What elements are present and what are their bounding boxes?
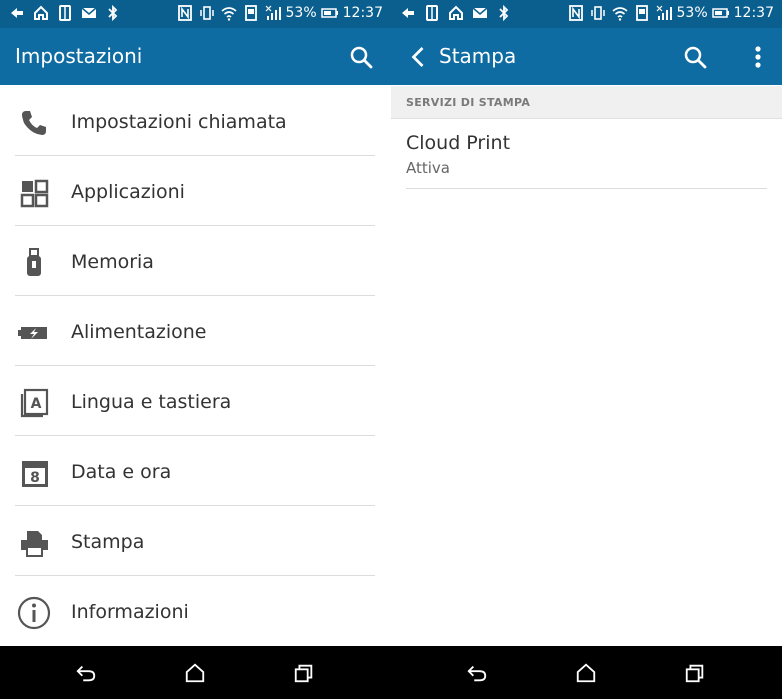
- phone-device-icon: [423, 4, 441, 22]
- status-bar: 53% 12:37: [391, 0, 782, 28]
- back-nav-icon: [467, 665, 487, 682]
- settings-item-label: Memoria: [71, 251, 154, 273]
- signal-icon: [264, 4, 282, 22]
- overflow-menu-button[interactable]: [748, 42, 768, 72]
- mail-icon: [80, 4, 98, 22]
- settings-item-label: Lingua e tastiera: [71, 391, 232, 413]
- apps-grid-icon: [17, 176, 51, 210]
- settings-item-memory[interactable]: Memoria: [0, 226, 391, 296]
- phone-device-icon: [56, 4, 74, 22]
- battery-icon: [711, 4, 730, 22]
- nav-home-button[interactable]: [182, 660, 208, 686]
- signal-icon: [655, 4, 673, 22]
- bluetooth-icon: [104, 4, 122, 22]
- vibrate-icon: [198, 4, 216, 22]
- search-icon: [350, 46, 373, 69]
- battery-percent: 53%: [676, 5, 708, 21]
- home-nav-icon: [185, 663, 205, 683]
- calendar-icon: 8: [17, 456, 51, 490]
- search-button[interactable]: [680, 42, 710, 72]
- nfc-icon: [567, 4, 585, 22]
- back-arrow-icon: [399, 4, 417, 22]
- settings-item-label: Stampa: [71, 531, 145, 553]
- settings-item-language[interactable]: A Lingua e tastiera: [0, 366, 391, 436]
- settings-item-date-time[interactable]: 8 Data e ora: [0, 436, 391, 506]
- settings-item-label: Data e ora: [71, 461, 172, 483]
- status-bar: 53% 12:37: [0, 0, 391, 28]
- recents-nav-icon: [294, 664, 313, 683]
- app-bar: Stampa: [391, 28, 782, 85]
- nav-recents-button[interactable]: [682, 660, 708, 686]
- settings-item-apps[interactable]: Applicazioni: [0, 156, 391, 226]
- svg-text:A: A: [31, 396, 42, 412]
- chevron-left-icon: [411, 47, 424, 67]
- nav-recents-button[interactable]: [291, 660, 317, 686]
- search-button[interactable]: [346, 42, 376, 72]
- bluetooth-icon: [495, 4, 513, 22]
- vibrate-icon: [589, 4, 607, 22]
- home-nav-icon: [576, 663, 596, 683]
- mail-icon: [471, 4, 489, 22]
- section-header-label: SERVIZI DI STAMPA: [406, 96, 531, 109]
- print-screen: 53% 12:37 Stampa SERVIZI DI STAMPA Cloud…: [391, 0, 782, 646]
- printer-icon: [17, 526, 51, 560]
- service-title: Cloud Print: [406, 132, 511, 154]
- home-icon: [447, 4, 465, 22]
- svg-text:8: 8: [30, 470, 40, 486]
- wifi-icon: [611, 4, 629, 22]
- settings-screen: 53% 12:37 Impostazioni Impostazioni chia…: [0, 0, 391, 646]
- clock: 12:37: [733, 5, 774, 21]
- back-arrow-icon: [8, 4, 26, 22]
- home-icon: [32, 4, 50, 22]
- wifi-icon: [220, 4, 238, 22]
- settings-item-label: Impostazioni chiamata: [71, 111, 287, 133]
- settings-item-label: Informazioni: [71, 601, 189, 623]
- recents-nav-icon: [685, 664, 704, 683]
- page-title: Impostazioni: [15, 44, 143, 68]
- usb-storage-icon: [17, 246, 51, 280]
- nfc-icon: [176, 4, 194, 22]
- service-status: Attiva: [406, 159, 450, 177]
- clock: 12:37: [342, 5, 383, 21]
- back-nav-icon: [76, 665, 96, 682]
- settings-item-info[interactable]: Informazioni: [0, 576, 391, 646]
- data-saver-icon: [242, 4, 260, 22]
- settings-item-label: Alimentazione: [71, 321, 207, 343]
- app-bar: Impostazioni: [0, 28, 391, 85]
- search-icon: [684, 46, 707, 69]
- settings-item-call[interactable]: Impostazioni chiamata: [0, 86, 391, 156]
- print-service-item[interactable]: Cloud Print Attiva: [406, 119, 767, 189]
- navigation-bar: [0, 646, 782, 699]
- page-title: Stampa: [439, 44, 517, 68]
- nav-back-button[interactable]: [464, 660, 490, 686]
- more-vert-icon: [755, 46, 761, 68]
- nav-back-button[interactable]: [73, 660, 99, 686]
- nav-home-button[interactable]: [573, 660, 599, 686]
- settings-list: Impostazioni chiamata Applicazioni Memor…: [0, 86, 391, 646]
- data-saver-icon: [633, 4, 651, 22]
- settings-item-power[interactable]: Alimentazione: [0, 296, 391, 366]
- keyboard-language-icon: A: [17, 386, 51, 420]
- settings-item-label: Applicazioni: [71, 181, 185, 203]
- phone-icon: [17, 106, 51, 140]
- battery-charging-icon: [17, 316, 51, 350]
- battery-percent: 53%: [285, 5, 317, 21]
- section-header: SERVIZI DI STAMPA: [391, 86, 782, 119]
- battery-icon: [320, 4, 339, 22]
- settings-item-print[interactable]: Stampa: [0, 506, 391, 576]
- info-icon: [17, 596, 51, 630]
- back-button[interactable]: [405, 42, 431, 72]
